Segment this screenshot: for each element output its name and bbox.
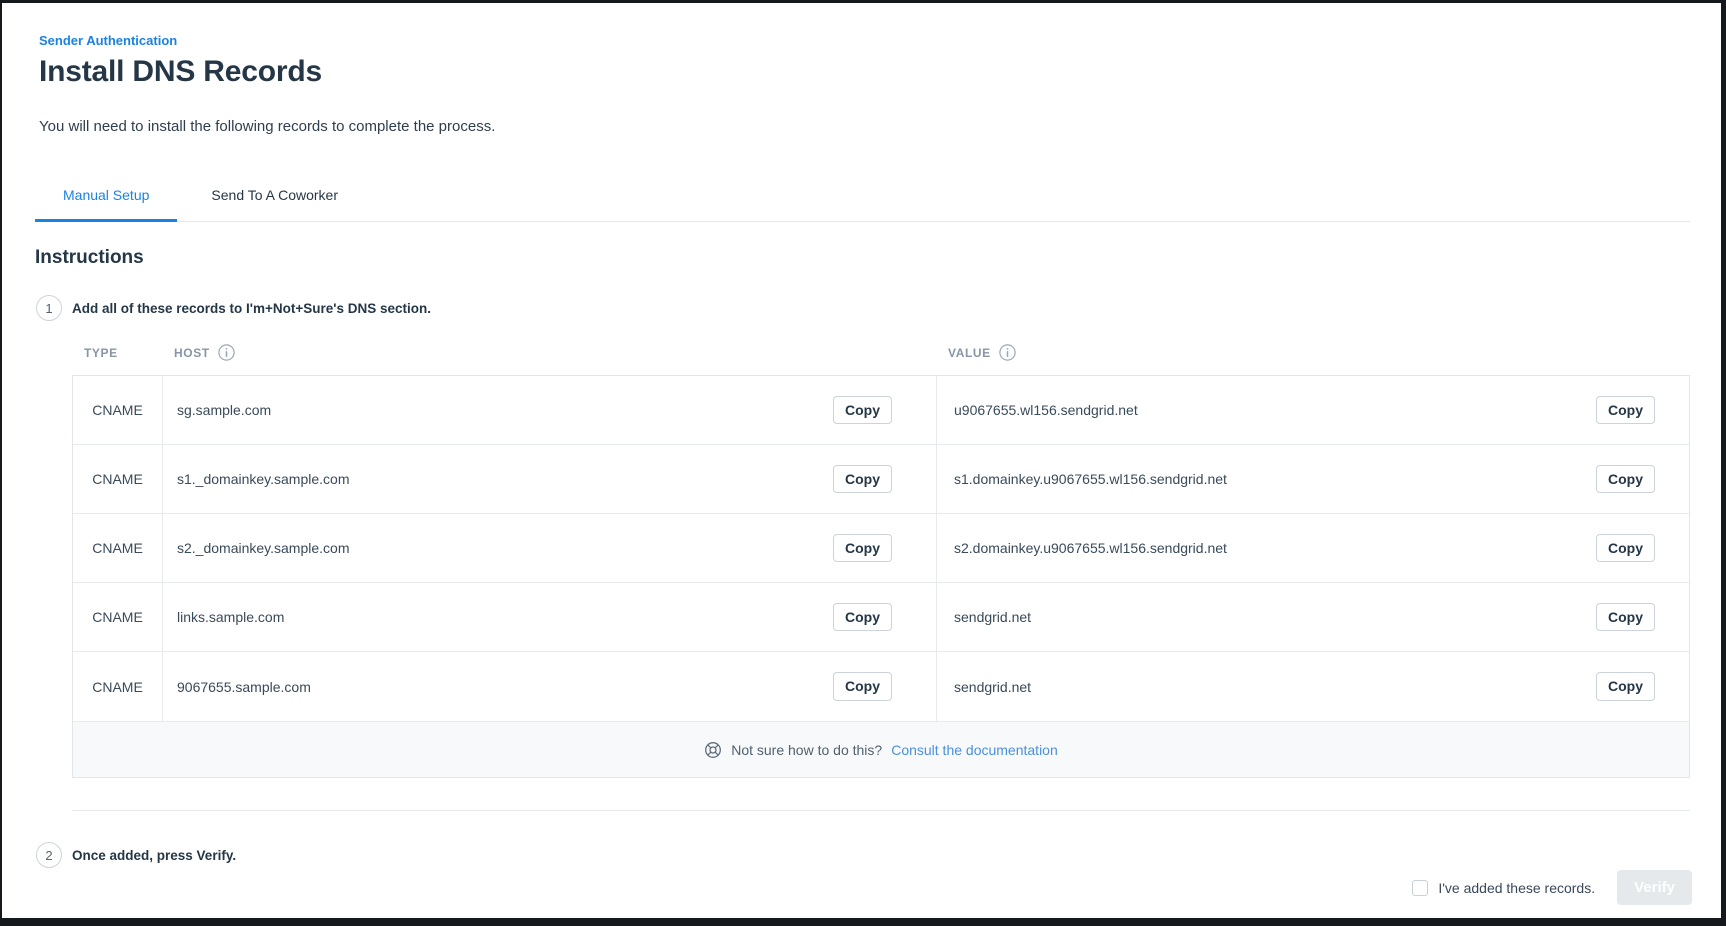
type-cell: CNAME bbox=[73, 583, 163, 651]
value-value-text: u9067655.wl156.sendgrid.net bbox=[954, 402, 1138, 418]
step-2: 2 Once added, press Verify. bbox=[35, 842, 1690, 868]
type-cell: CNAME bbox=[73, 514, 163, 582]
value-value-text: sendgrid.net bbox=[954, 609, 1031, 625]
breadcrumb-sender-authentication[interactable]: Sender Authentication bbox=[39, 33, 177, 48]
dns-records-table: CNAME sg.sample.com Copy u9067655.wl156.… bbox=[72, 375, 1690, 778]
host-value-text: s1._domainkey.sample.com bbox=[177, 471, 349, 487]
value-cell: sendgrid.net Copy bbox=[937, 583, 1691, 651]
dns-records-section: TYPE HOST VALUE CNAME sg.sample.com Copy bbox=[72, 344, 1690, 778]
host-cell: links.sample.com Copy bbox=[163, 583, 937, 651]
value-cell: s1.domainkey.u9067655.wl156.sendgrid.net… bbox=[937, 445, 1691, 513]
host-value-text: sg.sample.com bbox=[177, 402, 271, 418]
copy-host-button[interactable]: Copy bbox=[833, 465, 892, 494]
verify-button[interactable]: Verify bbox=[1617, 870, 1692, 905]
column-header-host: HOST bbox=[162, 344, 936, 361]
host-value-text: s2._domainkey.sample.com bbox=[177, 540, 349, 556]
host-info-icon[interactable] bbox=[218, 344, 235, 361]
dns-table-header: TYPE HOST VALUE bbox=[72, 344, 1690, 361]
tab-send-to-coworker[interactable]: Send To A Coworker bbox=[189, 181, 360, 222]
setup-tabs: Manual Setup Send To A Coworker bbox=[35, 181, 1690, 222]
table-row: CNAME s2._domainkey.sample.com Copy s2.d… bbox=[73, 514, 1689, 583]
table-footer: Not sure how to do this? Consult the doc… bbox=[73, 721, 1689, 777]
type-cell: CNAME bbox=[73, 652, 163, 721]
host-value-text: links.sample.com bbox=[177, 609, 284, 625]
copy-value-button[interactable]: Copy bbox=[1596, 396, 1655, 425]
step-1: 1 Add all of these records to I'm+Not+Su… bbox=[35, 295, 1690, 321]
host-cell: sg.sample.com Copy bbox=[163, 376, 937, 444]
verify-controls: I've added these records. Verify bbox=[35, 870, 1692, 905]
page-subtitle: You will need to install the following r… bbox=[39, 118, 1690, 135]
value-value-text: s1.domainkey.u9067655.wl156.sendgrid.net bbox=[954, 471, 1227, 487]
type-cell: CNAME bbox=[73, 445, 163, 513]
step-1-label: Add all of these records to I'm+Not+Sure… bbox=[72, 301, 431, 316]
value-cell: s2.domainkey.u9067655.wl156.sendgrid.net… bbox=[937, 514, 1691, 582]
lifebuoy-icon bbox=[704, 741, 722, 759]
dns-rows: CNAME sg.sample.com Copy u9067655.wl156.… bbox=[73, 376, 1689, 721]
copy-value-button[interactable]: Copy bbox=[1596, 672, 1655, 701]
value-value-text: sendgrid.net bbox=[954, 679, 1031, 695]
copy-host-button[interactable]: Copy bbox=[833, 603, 892, 632]
consult-documentation-link[interactable]: Consult the documentation bbox=[891, 742, 1058, 758]
table-row: CNAME sg.sample.com Copy u9067655.wl156.… bbox=[73, 376, 1689, 445]
copy-host-button[interactable]: Copy bbox=[833, 396, 892, 425]
step-2-number-badge: 2 bbox=[36, 842, 62, 868]
host-cell: s1._domainkey.sample.com Copy bbox=[163, 445, 937, 513]
table-row: CNAME s1._domainkey.sample.com Copy s1.d… bbox=[73, 445, 1689, 514]
value-cell: u9067655.wl156.sendgrid.net Copy bbox=[937, 376, 1691, 444]
copy-value-button[interactable]: Copy bbox=[1596, 534, 1655, 563]
added-records-checkbox-label: I've added these records. bbox=[1438, 880, 1595, 896]
instructions-heading: Instructions bbox=[35, 247, 1690, 269]
copy-host-button[interactable]: Copy bbox=[833, 672, 892, 701]
type-cell: CNAME bbox=[73, 376, 163, 444]
step-1-number-badge: 1 bbox=[36, 295, 62, 321]
copy-host-button[interactable]: Copy bbox=[833, 534, 892, 563]
copy-value-button[interactable]: Copy bbox=[1596, 603, 1655, 632]
added-records-checkbox[interactable] bbox=[1412, 880, 1428, 896]
value-cell: sendgrid.net Copy bbox=[937, 652, 1691, 721]
value-value-text: s2.domainkey.u9067655.wl156.sendgrid.net bbox=[954, 540, 1227, 556]
column-header-type: TYPE bbox=[72, 346, 162, 360]
host-cell: s2._domainkey.sample.com Copy bbox=[163, 514, 937, 582]
table-row: CNAME links.sample.com Copy sendgrid.net… bbox=[73, 583, 1689, 652]
step-2-label: Once added, press Verify. bbox=[72, 848, 236, 863]
install-dns-records-page: Sender Authentication Install DNS Record… bbox=[2, 3, 1721, 918]
copy-value-button[interactable]: Copy bbox=[1596, 465, 1655, 494]
table-row: CNAME 9067655.sample.com Copy sendgrid.n… bbox=[73, 652, 1689, 721]
footer-help-text: Not sure how to do this? bbox=[731, 742, 882, 758]
column-header-value: VALUE bbox=[936, 344, 1690, 361]
host-value-text: 9067655.sample.com bbox=[177, 679, 311, 695]
host-cell: 9067655.sample.com Copy bbox=[163, 652, 937, 721]
tab-manual-setup[interactable]: Manual Setup bbox=[35, 181, 177, 222]
section-divider bbox=[72, 810, 1690, 811]
page-title: Install DNS Records bbox=[39, 55, 1690, 89]
value-info-icon[interactable] bbox=[999, 344, 1016, 361]
